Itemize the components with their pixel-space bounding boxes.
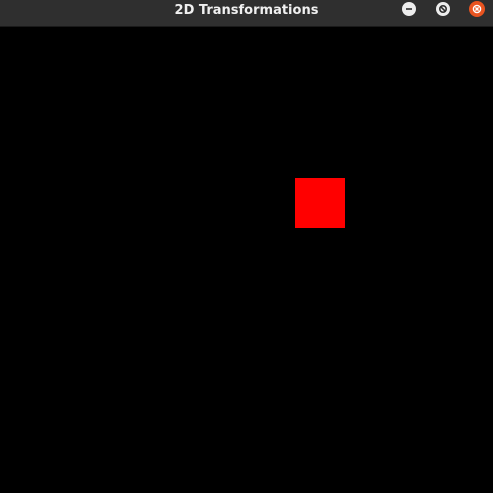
close-button[interactable] <box>469 1 485 17</box>
app-window: 2D Transformations <box>0 0 493 493</box>
maximize-icon <box>438 4 448 14</box>
drawing-canvas[interactable] <box>0 27 493 493</box>
close-icon <box>472 4 482 14</box>
minimize-button[interactable] <box>402 2 416 16</box>
red-square <box>295 178 345 228</box>
maximize-button[interactable] <box>436 2 450 16</box>
title-bar[interactable]: 2D Transformations <box>0 0 493 27</box>
window-title: 2D Transformations <box>174 3 319 18</box>
minimize-icon <box>405 5 413 13</box>
